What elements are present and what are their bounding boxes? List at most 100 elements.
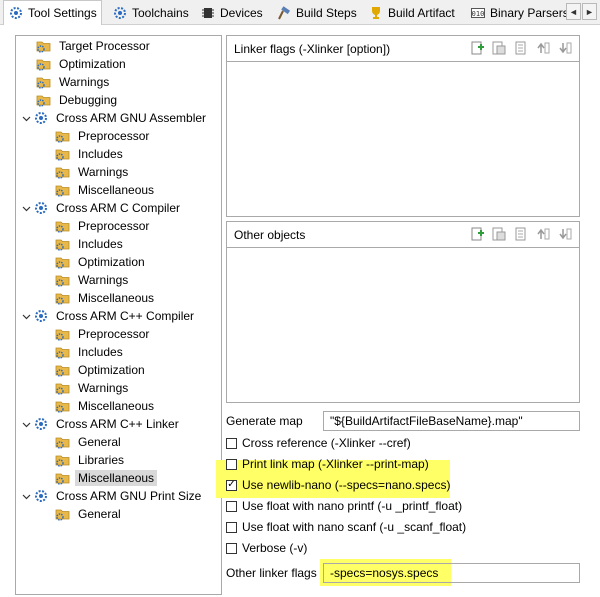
checkbox-row[interactable]: Use float with nano scanf (-u _scanf_flo…: [226, 517, 466, 537]
tree-item[interactable]: Preprocessor: [55, 127, 152, 145]
arrow-right-icon: ►: [585, 6, 594, 17]
tree-item[interactable]: Includes: [55, 235, 126, 253]
add-from-workspace-icon[interactable]: [491, 40, 507, 56]
linker-flags-list: Linker flags (-Xlinker [option]): [226, 35, 580, 217]
linker-flags-toolbar: [469, 40, 573, 56]
tab-tool-settings[interactable]: Tool Settings: [3, 0, 102, 25]
move-down-icon[interactable]: [557, 40, 573, 56]
tab-label: Build Artifact: [388, 6, 455, 20]
tree-item[interactable]: General: [55, 505, 124, 523]
tab-toolchains[interactable]: Toolchains: [108, 2, 193, 24]
checkbox-row[interactable]: Use float with nano printf (-u _printf_f…: [226, 496, 462, 516]
checkbox-row[interactable]: ✓ Use newlib-nano (--specs=nano.specs): [226, 475, 450, 495]
tab-scroll-right-button[interactable]: ►: [582, 3, 597, 20]
tree-item[interactable]: Cross ARM GNU Assembler: [19, 109, 209, 127]
tree-item[interactable]: Optimization: [55, 253, 148, 271]
folder-gear-icon: [55, 146, 71, 162]
tree-item[interactable]: Miscellaneous: [55, 397, 157, 415]
arrow-left-icon: ◄: [569, 6, 578, 17]
add-from-workspace-icon[interactable]: [491, 226, 507, 242]
other-linker-flags-value: -specs=nosys.specs: [330, 566, 439, 580]
generate-map-input[interactable]: "${BuildArtifactFileBaseName}.map": [323, 411, 580, 431]
folder-gear-icon: [55, 362, 71, 378]
chevron-down-icon[interactable]: [19, 204, 33, 213]
checkbox-row[interactable]: Print link map (-Xlinker --print-map): [226, 454, 429, 474]
tree-item[interactable]: Miscellaneous: [55, 289, 157, 307]
folder-gear-icon: [36, 92, 52, 108]
checkbox[interactable]: [226, 437, 237, 449]
edit-icon[interactable]: [513, 40, 529, 56]
tree-item-label: Preprocessor: [78, 219, 150, 233]
folder-gear-icon: [55, 344, 71, 360]
tree-item-label: Debugging: [59, 93, 118, 107]
gear-icon: [8, 5, 24, 21]
svg-text:010: 010: [472, 10, 485, 18]
tree-item-label: Includes: [78, 147, 123, 161]
tree-item-label: Warnings: [78, 273, 129, 287]
tree-item[interactable]: Cross ARM C++ Compiler: [19, 307, 197, 325]
tree-item[interactable]: Debugging: [36, 91, 120, 109]
other-linker-flags-label-text: Other linker flags: [226, 566, 317, 580]
tree-item[interactable]: Preprocessor: [55, 217, 152, 235]
folder-gear-icon: [55, 452, 71, 468]
checkbox-label: Print link map (-Xlinker --print-map): [242, 457, 429, 471]
chevron-down-icon[interactable]: [19, 492, 33, 501]
move-down-icon[interactable]: [557, 226, 573, 242]
move-up-icon[interactable]: [535, 40, 551, 56]
add-icon[interactable]: [469, 226, 485, 242]
add-icon[interactable]: [469, 40, 485, 56]
tree-item[interactable]: Cross ARM GNU Print Size: [19, 487, 204, 505]
tree-item[interactable]: Libraries: [55, 451, 127, 469]
other-objects-title: Other objects: [234, 227, 306, 242]
tab-label: Binary Parsers: [490, 6, 569, 20]
settings-tree[interactable]: Target Processor Optimization Warnings Debu…: [15, 35, 222, 595]
tree-item[interactable]: Warnings: [55, 379, 131, 397]
gear-icon: [33, 200, 49, 216]
tab-build-artifact[interactable]: Build Artifact: [364, 2, 459, 24]
chevron-down-icon[interactable]: [19, 114, 33, 123]
tree-item[interactable]: Miscellaneous: [55, 469, 158, 487]
tree-item-label: Miscellaneous: [78, 399, 155, 413]
tab-build-steps[interactable]: Build Steps: [272, 2, 361, 24]
checkbox[interactable]: [226, 542, 237, 554]
checkbox[interactable]: ✓: [226, 479, 237, 491]
trophy-icon: [368, 5, 384, 21]
gear-icon: [33, 416, 49, 432]
tree-item[interactable]: Target Processor: [36, 37, 153, 55]
chevron-down-icon[interactable]: [19, 420, 33, 429]
checkbox[interactable]: [226, 521, 237, 533]
checkbox-row[interactable]: Verbose (-v): [226, 538, 307, 558]
tree-item[interactable]: Warnings: [36, 73, 112, 91]
tree-item[interactable]: General: [55, 433, 124, 451]
move-up-icon[interactable]: [535, 226, 551, 242]
gear-icon: [112, 5, 128, 21]
edit-icon[interactable]: [513, 226, 529, 242]
folder-gear-icon: [36, 56, 52, 72]
checkbox[interactable]: [226, 458, 237, 470]
tab-scroll-left-button[interactable]: ◄: [566, 3, 581, 20]
tree-item[interactable]: Warnings: [55, 271, 131, 289]
chevron-down-icon[interactable]: [19, 312, 33, 321]
tree-item[interactable]: Cross ARM C++ Linker: [19, 415, 182, 433]
folder-gear-icon: [55, 470, 71, 486]
tab-bar: Tool Settings Toolchains Devices Build S…: [0, 0, 600, 25]
tab-binary-parsers[interactable]: 010 Binary Parsers: [466, 2, 573, 24]
tree-item[interactable]: Includes: [55, 145, 126, 163]
folder-gear-icon: [55, 272, 71, 288]
tab-devices[interactable]: Devices: [196, 2, 267, 24]
checkbox-label: Use newlib-nano (--specs=nano.specs): [242, 478, 451, 492]
tree-item-label: Libraries: [78, 453, 125, 467]
tree-item[interactable]: Optimization: [36, 55, 129, 73]
tree-item[interactable]: Preprocessor: [55, 325, 152, 343]
tree-item[interactable]: Miscellaneous: [55, 181, 157, 199]
gear-icon: [33, 110, 49, 126]
other-linker-flags-input[interactable]: -specs=nosys.specs: [323, 563, 580, 583]
tree-item[interactable]: Optimization: [55, 361, 148, 379]
checkbox[interactable]: [226, 500, 237, 512]
tree-item-label: Miscellaneous: [75, 470, 158, 486]
tree-item[interactable]: Includes: [55, 343, 126, 361]
tree-item[interactable]: Cross ARM C Compiler: [19, 199, 183, 217]
folder-gear-icon: [55, 218, 71, 234]
checkbox-row[interactable]: Cross reference (-Xlinker --cref): [226, 433, 411, 453]
tree-item[interactable]: Warnings: [55, 163, 131, 181]
